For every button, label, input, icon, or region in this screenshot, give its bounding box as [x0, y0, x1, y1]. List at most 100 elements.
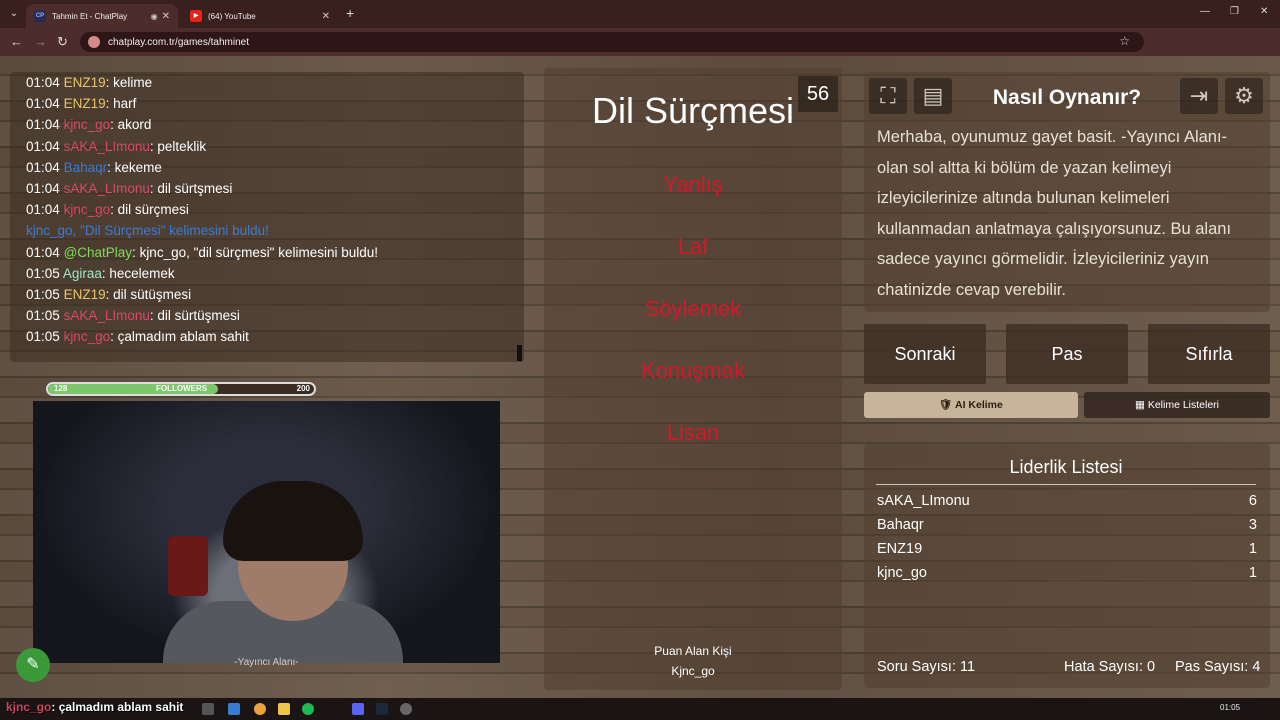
chair — [168, 536, 208, 596]
how-to-play-title: Nasıl Oynanır? — [992, 86, 1142, 109]
chat-time: 01:04 — [26, 138, 60, 154]
leaderboard-row: kjnc_go 1 — [877, 561, 1257, 585]
forbidden-word: Yanlış — [663, 172, 723, 197]
task-view-icon[interactable] — [202, 703, 214, 715]
site-info-icon[interactable] — [88, 36, 100, 48]
chatplay-favicon-icon: CP — [34, 10, 46, 22]
ticker-user: kjnc_go — [6, 700, 52, 714]
reset-button[interactable]: Sıfırla — [1148, 324, 1270, 384]
forbidden-word: Söylemek — [644, 296, 742, 321]
settings-gear-icon[interactable]: ⚙ — [1225, 78, 1263, 114]
fullscreen-icon[interactable]: ⛶ — [869, 78, 907, 114]
chat-message: 01:04 kjnc_go: akord — [26, 117, 152, 133]
how-to-play-text: Merhaba, oyunumuz gayet basit. -Yayıncı … — [877, 128, 1232, 299]
tab-ai-label: AI Kelime — [955, 399, 1003, 411]
chat-username[interactable]: kjnc_go — [64, 117, 111, 132]
restore-button[interactable]: ❐ — [1230, 6, 1239, 17]
bookmark-star-icon[interactable]: ☆ — [1119, 34, 1130, 48]
leaderboard-name: kjnc_go — [877, 565, 927, 581]
exit-icon[interactable]: ⇥ — [1180, 78, 1218, 114]
chat-username[interactable]: kjnc_go — [64, 202, 111, 217]
chat-username[interactable]: Agiraa — [63, 266, 102, 281]
chat-message: 01:04 ENZ19: harf — [26, 96, 137, 112]
forbidden-word: Laf — [677, 234, 709, 259]
leaderboard-score: 6 — [1248, 493, 1257, 509]
close-window-button[interactable]: ✕ — [1260, 6, 1268, 17]
chat-text: dil sütüşmesi — [113, 286, 192, 302]
chat-message: 01:04 ENZ19: kelime — [26, 75, 153, 90]
chat-username[interactable]: Bahaqr — [64, 160, 108, 175]
tab-search-icon[interactable]: ⌄ — [6, 6, 22, 22]
tab-ai-word[interactable]: 🛡 AI Kelime — [864, 392, 1078, 418]
chat-message: 01:04 sAKA_LImonu: pelteklik — [26, 138, 207, 154]
chat-time: 01:04 — [26, 75, 60, 90]
leaderboard-title: Liderlik Listesi — [876, 457, 1256, 485]
new-tab-button[interactable]: + — [346, 5, 354, 21]
chat-time: 01:05 — [26, 329, 60, 345]
address-bar-row: ← → ↻ chatplay.com.tr/games/tahminet ☆ ⋮ — [0, 28, 1280, 76]
leaderboard-name: sAKA_LImonu — [877, 493, 970, 509]
chat-text: dil sürtüşmesi — [157, 308, 240, 324]
tab-youtube[interactable]: ▶ (64) YouTube ✕ — [182, 4, 338, 28]
chat-username[interactable]: ENZ19 — [64, 96, 106, 111]
streamer-webcam — [33, 401, 500, 663]
chat-username[interactable]: sAKA_LImonu — [64, 139, 150, 154]
leaderboard-row: sAKA_LImonu 6 — [877, 489, 1257, 513]
scorer-label: Puan Alan Kişi — [654, 644, 732, 658]
obs-icon[interactable] — [400, 703, 412, 715]
tab-close-icon[interactable]: ✕ — [162, 11, 170, 22]
pass-button[interactable]: Pas — [1006, 324, 1128, 384]
tab-close-icon[interactable]: ✕ — [322, 11, 330, 22]
streamer-area-label: -Yayıncı Alanı- — [234, 657, 299, 668]
chat-username[interactable]: ENZ19 — [64, 287, 106, 302]
chat-time: 01:04 — [26, 96, 60, 112]
edit-pencil-button[interactable]: ✎ — [16, 648, 50, 682]
next-button[interactable]: Sonraki — [864, 324, 986, 384]
steam-icon[interactable] — [376, 703, 388, 715]
tab-word-lists[interactable]: ▦ Kelime Listeleri — [1084, 392, 1270, 418]
followers-label: FOLLOWERS — [156, 384, 208, 393]
chat-time: 01:04 — [26, 202, 60, 218]
discord-icon[interactable] — [352, 703, 364, 715]
chat-time: 01:04 — [26, 244, 60, 260]
chat-username[interactable]: kjnc_go — [64, 329, 111, 344]
chat-message: 01:04 @ChatPlay: kjnc_go, "dil sürçmesi"… — [26, 244, 378, 260]
chat-username[interactable]: ENZ19 — [64, 75, 106, 90]
chat-text: çalmadım ablam sahit — [117, 329, 249, 345]
mistake-count: Hata Sayısı: 0 — [1064, 659, 1156, 675]
clock: 01:05 — [1220, 703, 1241, 712]
tab-chatplay[interactable]: CP Tahmin Et - ChatPlay ◉ ✕ — [26, 4, 178, 28]
clipboard-icon: ▦ — [1134, 399, 1148, 411]
chat-text: pelteklik — [157, 138, 207, 154]
spotify-icon[interactable] — [302, 703, 314, 715]
leaderboard-score: 3 — [1248, 517, 1257, 533]
minimize-button[interactable]: — — [1200, 6, 1210, 17]
chat-username[interactable]: @ChatPlay — [64, 245, 132, 260]
followers-progress-bar: 128 FOLLOWERS 200 — [46, 382, 316, 396]
chat-scrollbar[interactable] — [517, 345, 522, 361]
chat-username[interactable]: sAKA_LImonu — [64, 308, 150, 323]
chrome-icon[interactable] — [254, 703, 266, 715]
url-text: chatplay.com.tr/games/tahminet — [108, 36, 249, 48]
chat-text: akord — [117, 117, 152, 133]
tab-lists-label: Kelime Listeleri — [1147, 399, 1220, 411]
tab-audio-icon[interactable]: ◉ — [151, 12, 158, 21]
chat-message: 01:04 Bahaqr: kekeme — [26, 159, 162, 175]
chat-text: dil sürtşmesi — [157, 180, 233, 196]
forward-button[interactable]: → — [34, 34, 47, 49]
back-button[interactable]: ← — [10, 34, 23, 49]
chat-log: 01:04 ENZ19: kelime 01:04 ENZ19: harf 01:0… — [26, 72, 526, 347]
scorer-name: Kjnc_go — [671, 664, 715, 678]
url-field[interactable]: chatplay.com.tr/games/tahminet ☆ — [80, 32, 1144, 52]
file-explorer-icon[interactable] — [278, 703, 290, 715]
chat-username[interactable]: sAKA_LImonu — [64, 181, 150, 196]
chat-message: 01:05 Agiraa: hecelemek — [26, 265, 175, 281]
chat-text: dil sürçmesi — [117, 202, 189, 218]
reload-button[interactable]: ↻ — [57, 34, 68, 50]
leaderboard-row: Bahaqr 3 — [877, 513, 1257, 537]
leaderboard-row: ENZ19 1 — [877, 537, 1257, 561]
app-icon[interactable] — [228, 703, 240, 715]
youtube-favicon-icon: ▶ — [190, 10, 202, 22]
document-icon[interactable]: ▤ — [914, 78, 952, 114]
chat-message: 01:05 kjnc_go: çalmadım ablam sahit — [26, 329, 249, 345]
